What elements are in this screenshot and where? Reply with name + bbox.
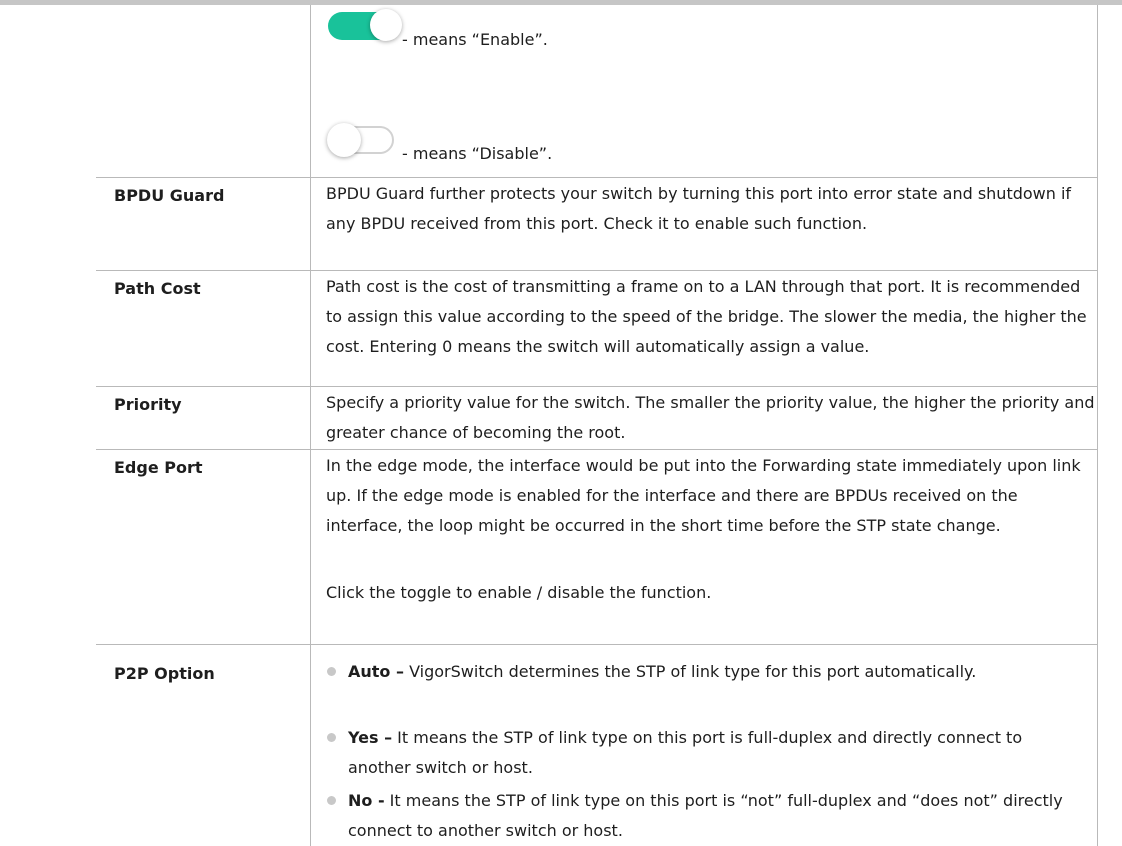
row-divider bbox=[96, 449, 1098, 450]
disable-caption: - means “Disable”. bbox=[402, 144, 553, 163]
row-divider bbox=[96, 386, 1098, 387]
row-divider bbox=[96, 177, 1098, 178]
column-divider bbox=[310, 5, 311, 846]
disable-toggle-icon bbox=[327, 123, 398, 157]
bullet-icon bbox=[327, 733, 336, 742]
bullet-icon bbox=[327, 796, 336, 805]
edge-port-note: Click the toggle to enable / disable the… bbox=[326, 583, 712, 602]
toggle-knob bbox=[327, 123, 361, 157]
p2p-item-term: Yes – bbox=[348, 728, 393, 747]
p2p-item-term: No - bbox=[348, 791, 385, 810]
p2p-item-text: VigorSwitch determines the STP of link t… bbox=[403, 662, 977, 681]
enable-toggle-icon bbox=[328, 9, 402, 42]
edge-port-description: In the edge mode, the interface would be… bbox=[326, 456, 1081, 535]
enable-caption: - means “Enable”. bbox=[402, 30, 548, 49]
p2p-item-term: Auto – bbox=[348, 662, 404, 681]
priority-label: Priority bbox=[114, 395, 182, 414]
row-divider bbox=[96, 644, 1098, 645]
p2p-item-no: No - It means the STP of link type on th… bbox=[348, 786, 1088, 846]
table-right-border bbox=[1097, 5, 1098, 846]
row-divider bbox=[96, 270, 1098, 271]
p2p-option-label: P2P Option bbox=[114, 664, 215, 683]
bullet-icon bbox=[327, 667, 336, 676]
path-cost-label: Path Cost bbox=[114, 279, 201, 298]
p2p-item-auto: Auto – VigorSwitch determines the STP of… bbox=[348, 657, 1088, 687]
bpdu-guard-label: BPDU Guard bbox=[114, 186, 225, 205]
path-cost-description: Path cost is the cost of transmitting a … bbox=[326, 277, 1087, 356]
bpdu-guard-description: BPDU Guard further protects your switch … bbox=[326, 184, 1072, 233]
toggle-knob bbox=[370, 9, 402, 41]
p2p-item-text: It means the STP of link type on this po… bbox=[348, 791, 1063, 840]
p2p-item-yes: Yes – It means the STP of link type on t… bbox=[348, 723, 1088, 783]
p2p-item-text: It means the STP of link type on this po… bbox=[348, 728, 1023, 777]
priority-description: Specify a priority value for the switch.… bbox=[326, 393, 1095, 442]
edge-port-label: Edge Port bbox=[114, 458, 203, 477]
